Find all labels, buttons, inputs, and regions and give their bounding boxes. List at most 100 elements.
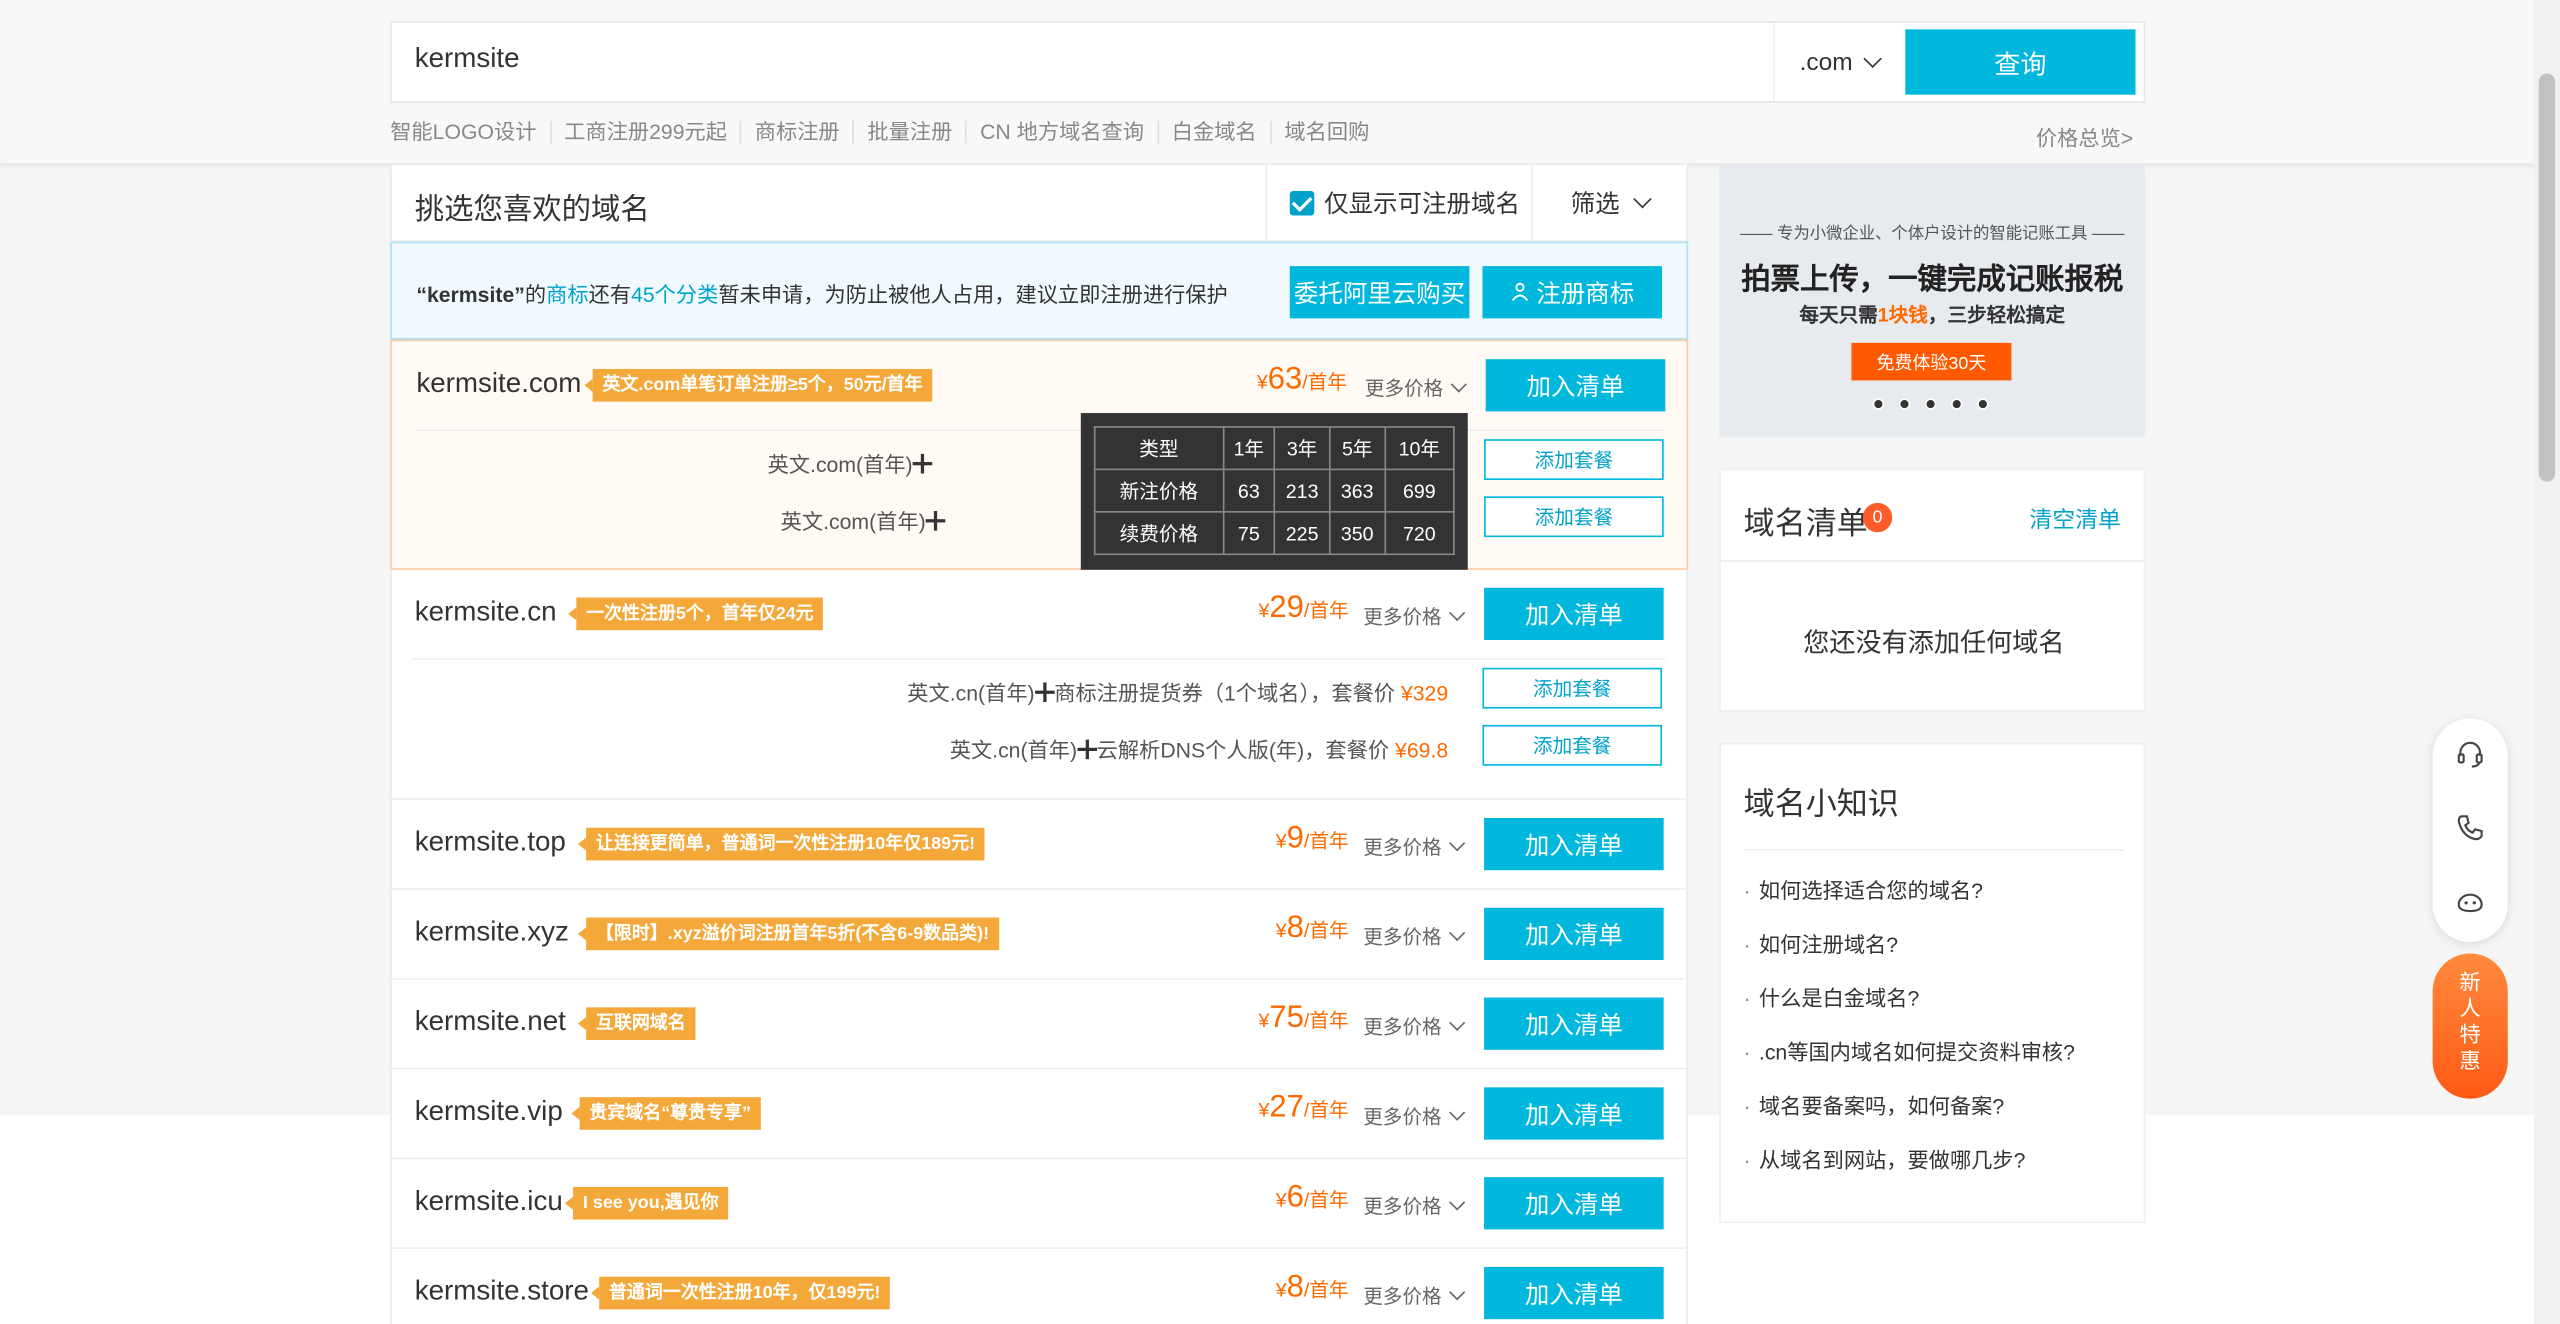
checkbox-checked-icon[interactable] (1289, 191, 1315, 216)
scrollbar-thumb[interactable] (2538, 73, 2556, 482)
categories-link[interactable]: 45个分类 (631, 282, 718, 306)
trademark-link[interactable]: 商标 (546, 282, 588, 306)
search-button[interactable]: 查询 (1905, 29, 2136, 95)
more-prices-toggle[interactable]: 更多价格 (1363, 922, 1466, 950)
add-to-list-button[interactable]: 加入清单 (1484, 907, 1664, 960)
domain-row: kermsite.icu I see you,遇见你 ¥6/首年 更多价格 加入… (390, 1159, 1689, 1249)
scrollbar[interactable] (2533, 0, 2560, 1324)
more-prices-label: 更多价格 (1363, 925, 1442, 949)
price-table-cell: 类型 (1093, 426, 1224, 471)
bundle-price: ¥69.8 (1395, 737, 1449, 763)
clear-cart-link[interactable]: 清空清单 (2029, 503, 2120, 536)
price-unit: /首年 (1303, 829, 1349, 853)
banner-cta-button[interactable]: 免费体验30天 (1851, 342, 2012, 381)
add-to-list-button[interactable]: 加入清单 (1484, 1177, 1664, 1230)
newbie-char: 新 (2459, 969, 2481, 995)
promo-tag: 贵宾域名“尊贵专享” (571, 1097, 761, 1130)
add-package-button[interactable]: 添加套餐 (1484, 439, 1664, 480)
add-package-button[interactable]: 添加套餐 (1482, 724, 1663, 766)
domain-row: kermsite.net 互联网域名 ¥75/首年 更多价格 加入清单 (390, 980, 1689, 1070)
tip-link[interactable]: 从域名到网站，要做哪几步? (1744, 1148, 2075, 1202)
quick-links: 智能LOGO设计 工商注册299元起 商标注册 批量注册 CN 地方域名查询 白… (390, 120, 1383, 144)
newbie-offer-button[interactable]: 新 人 特 惠 (2432, 953, 2508, 1099)
register-trademark-button[interactable]: 注册商标 (1482, 266, 1663, 319)
more-prices-toggle[interactable]: 更多价格 (1363, 1012, 1466, 1040)
only-available-toggle[interactable]: 仅显示可注册域名 (1265, 164, 1531, 242)
price-table-cell: 1年 (1222, 426, 1276, 471)
yen: ¥ (1275, 1188, 1287, 1212)
more-prices-toggle[interactable]: 更多价格 (1363, 1192, 1466, 1220)
add-to-list-button[interactable]: 加入清单 (1484, 1266, 1664, 1320)
price-table-cell: 350 (1328, 511, 1386, 556)
price-table-cell: 5年 (1328, 426, 1386, 471)
price-unit: /首年 (1303, 1188, 1349, 1212)
more-prices-label: 更多价格 (1363, 1195, 1442, 1218)
price-table-cell: 续费价格 (1093, 511, 1224, 556)
filter-dropdown[interactable]: 筛选 (1531, 164, 1686, 242)
search-input[interactable] (414, 42, 1721, 76)
domain-price: ¥75/首年 (1258, 1001, 1348, 1037)
carousel-dot[interactable] (1924, 398, 1937, 410)
add-to-list-button[interactable]: 加入清单 (1484, 817, 1664, 871)
tip-link[interactable]: 如何选择适合您的域名? (1744, 878, 2075, 932)
tip-link[interactable]: 域名要备案吗，如何备案? (1744, 1094, 2075, 1148)
quick-link-bulk[interactable]: 批量注册 (852, 120, 966, 144)
add-to-list-button[interactable]: 加入清单 (1484, 1087, 1664, 1140)
bundle-text: 英文.cn(首年) 云解析DNS个人版(年)，套餐价 ¥69.8 (950, 733, 1448, 764)
more-prices-toggle[interactable]: 更多价格 (1363, 1102, 1466, 1130)
more-prices-toggle[interactable]: 更多价格 (1363, 833, 1466, 861)
phone-icon[interactable] (2456, 813, 2485, 842)
carousel-dot[interactable] (1977, 398, 1989, 410)
chevron-down-icon (1449, 1193, 1466, 1210)
quick-link-logo[interactable]: 智能LOGO设计 (390, 120, 549, 144)
more-prices-toggle[interactable]: 更多价格 (1364, 374, 1467, 402)
plus-icon (1034, 682, 1055, 703)
quick-link-cn-local[interactable]: CN 地方域名查询 (965, 120, 1157, 144)
price-table-header: 类型 1年 3年 5年 10年 (1093, 426, 1455, 471)
tagline-highlight: 1块钱 (1877, 303, 1928, 327)
more-prices-label: 更多价格 (1363, 605, 1442, 629)
add-to-list-button[interactable]: 加入清单 (1484, 997, 1664, 1050)
bundle-row: 英文.com(首年) 添加套餐 (415, 431, 1664, 488)
quick-link-platinum[interactable]: 白金域名 (1157, 120, 1270, 144)
add-to-list-button[interactable]: 加入清单 (1484, 587, 1664, 640)
carousel-dot[interactable] (1898, 398, 1911, 410)
tagline-post: ，三步轻松搞定 (1927, 303, 2066, 327)
tips-title: 域名小知识 (1743, 788, 1899, 823)
carousel-dot[interactable] (1872, 398, 1885, 410)
tip-link[interactable]: 什么是白金域名? (1744, 986, 2075, 1040)
price-table-cell: 720 (1383, 511, 1455, 556)
bundle-suffix: 云解析DNS个人版(年)，套餐价 (1096, 737, 1390, 763)
price-value: 63 (1267, 362, 1303, 397)
headset-icon[interactable] (2456, 740, 2485, 769)
carousel-dot[interactable] (1951, 398, 1963, 410)
add-package-button[interactable]: 添加套餐 (1482, 667, 1663, 709)
add-to-list-button[interactable]: 加入清单 (1485, 359, 1666, 412)
domain-row: kermsite.top 让连接更简单，普通词一次性注册10年仅189元! ¥9… (390, 800, 1689, 890)
add-package-button[interactable]: 添加套餐 (1484, 496, 1664, 538)
domain-price: ¥8/首年 (1276, 911, 1349, 947)
quick-link-buyback[interactable]: 域名回购 (1269, 120, 1383, 144)
quick-link-company[interactable]: 工商注册299元起 (549, 120, 741, 144)
domain-price: ¥6/首年 (1276, 1180, 1349, 1216)
more-prices-label: 更多价格 (1364, 377, 1444, 400)
cart-header: 域名清单 0 清空清单 (1720, 470, 2144, 562)
more-prices-toggle[interactable]: 更多价格 (1363, 602, 1466, 630)
yen: ¥ (1258, 1008, 1270, 1032)
banner-subtitle-text: 专为小微企业、个体户设计的智能记账工具 (1777, 225, 2088, 244)
more-prices-toggle[interactable]: 更多价格 (1363, 1282, 1466, 1310)
promo-banner[interactable]: —— 专为小微企业、个体户设计的智能记账工具 —— 拍票上传，一键完成记账报税 … (1719, 164, 2146, 438)
domain-price: ¥29/首年 (1258, 591, 1348, 627)
chevron-down-icon (1449, 1103, 1466, 1120)
chat-bot-icon[interactable] (2456, 887, 2485, 916)
domain-row: kermsite.xyz 【限时】.xyz溢价词注册首年5折(不含6-9数品类)… (390, 890, 1689, 980)
bundle-text: 英文.com(首年) (768, 447, 933, 478)
entrust-buy-button[interactable]: 委托阿里云购买 (1289, 266, 1470, 319)
tld-select[interactable]: .com (1773, 22, 1904, 102)
chevron-down-icon (1633, 189, 1652, 209)
price-table-row: 续费价格 75 225 350 720 (1093, 511, 1455, 556)
quick-link-trademark[interactable]: 商标注册 (740, 120, 853, 144)
tip-link[interactable]: .cn等国内域名如何提交资料审核? (1744, 1040, 2075, 1094)
tip-link[interactable]: 如何注册域名? (1744, 932, 2075, 986)
price-overview-link[interactable]: 价格总览> (2036, 121, 2133, 152)
